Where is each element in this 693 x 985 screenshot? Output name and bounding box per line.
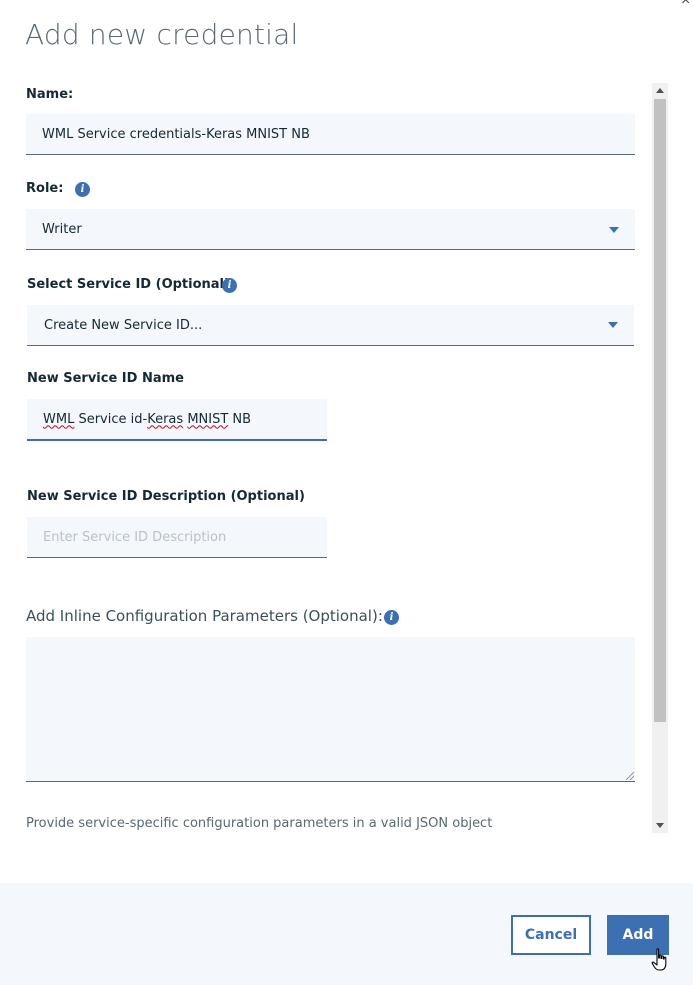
new-service-id-name-label: New Service ID Name	[27, 371, 184, 386]
new-service-id-description-label: New Service ID Description (Optional)	[27, 489, 305, 504]
name-label: Name:	[26, 87, 74, 102]
role-label: Role:	[26, 181, 64, 196]
scrollbar-thumb[interactable]	[654, 99, 666, 722]
new-service-id-description-placeholder: Enter Service ID Description	[43, 529, 227, 545]
form-scroll-area: Name: WML Service credentials-Keras MNIS…	[0, 80, 693, 833]
dialog-footer: Cancel Add	[0, 883, 693, 985]
new-service-id-name-value: WML Service id-Keras MNIST NB	[43, 411, 252, 427]
chevron-down-icon	[609, 227, 619, 233]
service-id-info-icon[interactable]: i	[222, 278, 237, 293]
chevron-down-icon	[608, 322, 618, 328]
dialog-title: Add new credential	[25, 18, 299, 51]
hand-cursor-icon	[651, 948, 667, 971]
close-icon[interactable]: ×	[681, 0, 693, 9]
role-select[interactable]: Writer	[26, 209, 635, 250]
role-info-icon[interactable]: i	[75, 182, 90, 197]
resize-grip-icon[interactable]	[626, 772, 634, 780]
role-select-value: Writer	[42, 221, 82, 237]
inline-params-helper-text: Provide service-specific configuration p…	[26, 816, 493, 831]
name-input-value: WML Service credentials-Keras MNIST NB	[42, 126, 310, 142]
scroll-down-icon[interactable]	[656, 823, 664, 828]
scroll-up-icon[interactable]	[656, 88, 664, 93]
service-id-select[interactable]: Create New Service ID...	[27, 305, 634, 346]
name-input[interactable]: WML Service credentials-Keras MNIST NB	[26, 114, 635, 155]
add-credential-dialog: × Add new credential Name: WML Service c…	[0, 0, 693, 985]
service-id-select-value: Create New Service ID...	[44, 317, 203, 333]
new-service-id-description-input[interactable]: Enter Service ID Description	[27, 517, 327, 558]
new-service-id-name-input[interactable]: WML Service id-Keras MNIST NB	[27, 399, 327, 441]
service-id-label: Select Service ID (Optional)	[27, 277, 230, 292]
inline-params-info-icon[interactable]: i	[384, 610, 399, 625]
cancel-button[interactable]: Cancel	[511, 915, 591, 955]
inline-params-label: Add Inline Configuration Parameters (Opt…	[26, 607, 383, 625]
inline-params-textarea[interactable]	[26, 637, 635, 782]
form-scrollbar[interactable]	[652, 83, 668, 833]
